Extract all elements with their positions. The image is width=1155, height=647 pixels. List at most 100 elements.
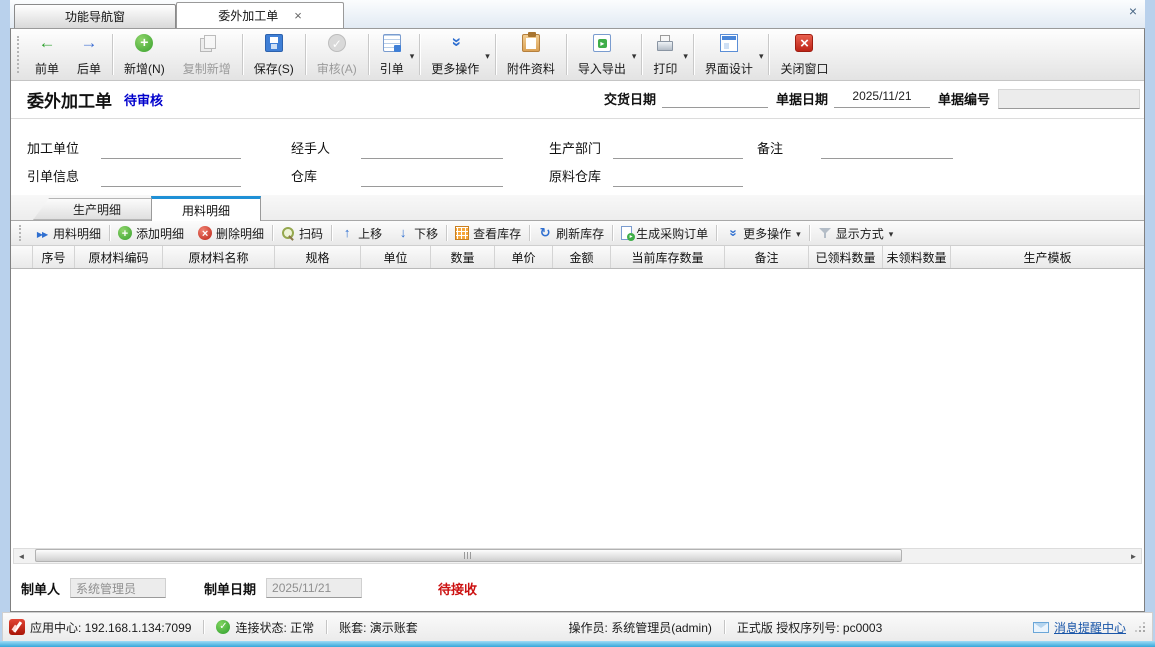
refresh-stock-button[interactable]: 刷新库存	[531, 225, 611, 242]
more-actions-button[interactable]: 更多操作	[422, 29, 488, 80]
detail-toolbar-separator	[272, 225, 273, 241]
detail-toolbar-grip[interactable]	[19, 225, 24, 241]
add-row-icon	[118, 226, 132, 240]
message-center-link[interactable]: 消息提醒中心	[1033, 619, 1126, 636]
col-production-template[interactable]: 生产模板	[951, 246, 1144, 268]
tab-outsourcing-order[interactable]: 委外加工单 ×	[176, 2, 344, 28]
col-price[interactable]: 单价	[495, 246, 553, 268]
close-window-button[interactable]: 关闭窗口	[771, 29, 837, 80]
scrollbar-grip-icon	[464, 552, 473, 559]
title-row: 委外加工单 待审核 交货日期 单据日期 2025/11/21 单据编号	[11, 81, 1144, 119]
col-spec[interactable]: 规格	[275, 246, 361, 268]
scroll-left-icon[interactable]: ◄	[14, 549, 29, 563]
import-export-icon	[593, 34, 611, 52]
resize-grip-icon[interactable]	[1134, 621, 1146, 633]
detail-more-actions-button[interactable]: 更多操作	[718, 225, 808, 242]
horizontal-scrollbar[interactable]: ◄ ►	[13, 548, 1142, 564]
more-actions-dropdown-icon[interactable]	[485, 46, 490, 64]
toolbar-separator	[112, 34, 113, 75]
new-button[interactable]: 新增(N)	[115, 29, 174, 80]
tab-function-navigator[interactable]: 功能导航窗	[14, 4, 176, 28]
grid-header-row: 序号 原材料编码 原材料名称 规格 单位 数量 单价 金额 当前库存数量 备注 …	[11, 246, 1144, 269]
col-seq[interactable]: 序号	[33, 246, 75, 268]
col-amount[interactable]: 金额	[553, 246, 611, 268]
doc-date-field[interactable]: 2025/11/21	[834, 89, 930, 108]
audit-status-badge: 待审核	[124, 90, 163, 109]
detail-toolbar-separator	[529, 225, 530, 241]
col-unissued-qty[interactable]: 未领料数量	[883, 246, 951, 268]
pull-order-button[interactable]: 引单	[371, 29, 413, 80]
tab-close-icon[interactable]: ×	[294, 9, 302, 22]
pull-order-dropdown-icon[interactable]	[410, 46, 415, 64]
material-detail-title-button[interactable]: 用料明细	[28, 225, 108, 242]
col-remark[interactable]: 备注	[725, 246, 809, 268]
ui-design-button[interactable]: 界面设计	[696, 29, 762, 80]
delete-row-button[interactable]: 删除明细	[191, 225, 271, 242]
order-form: 加工单位 经手人 生产部门 备注 引单信息 仓库 原料仓库	[11, 119, 1144, 195]
audit-button: 审核(A)	[308, 29, 366, 80]
delivery-date-field[interactable]	[662, 89, 768, 108]
ref-info-field[interactable]	[101, 168, 241, 187]
processing-unit-field[interactable]	[101, 140, 241, 159]
import-export-button[interactable]: 导入导出	[569, 29, 635, 80]
remark-field[interactable]	[821, 140, 953, 159]
col-stock-qty[interactable]: 当前库存数量	[611, 246, 725, 268]
add-row-button[interactable]: 添加明细	[111, 225, 191, 242]
connection-status: 连接状态: 正常	[216, 619, 314, 636]
doc-no-field	[998, 89, 1140, 109]
print-button[interactable]: 打印	[644, 29, 686, 80]
col-material-code[interactable]: 原材料编码	[75, 246, 163, 268]
generate-po-button[interactable]: 生成采购订单	[614, 225, 715, 242]
tab-outsourcing-order-label: 委外加工单	[218, 7, 278, 24]
view-stock-button[interactable]: 查看库存	[448, 225, 528, 242]
app-center-icon	[9, 619, 25, 635]
detail-tabstrip: 生产明细 用料明细	[11, 195, 1144, 221]
move-up-button[interactable]: 上移	[333, 225, 389, 242]
creator-field: 系统管理员	[70, 578, 166, 598]
print-dropdown-icon[interactable]	[683, 46, 688, 64]
scan-code-button[interactable]: 扫码	[274, 225, 330, 242]
toolbar-grip[interactable]	[17, 36, 23, 73]
ui-design-dropdown-icon[interactable]	[759, 46, 764, 64]
attachment-button[interactable]: 附件资料	[498, 29, 564, 80]
tab-material-detail[interactable]: 用料明细	[151, 196, 261, 221]
chevrons-down-icon	[725, 226, 739, 240]
detail-toolbar-separator	[809, 225, 810, 241]
detail-toolbar-separator	[716, 225, 717, 241]
grid-body[interactable]	[11, 269, 1144, 548]
tab-function-navigator-label: 功能导航窗	[65, 8, 125, 25]
material-warehouse-field[interactable]	[613, 168, 743, 187]
prev-doc-button[interactable]: 前单	[26, 29, 68, 80]
col-unit[interactable]: 单位	[361, 246, 431, 268]
col-qty[interactable]: 数量	[431, 246, 495, 268]
toolbar-separator	[641, 34, 642, 75]
warehouse-field[interactable]	[361, 168, 503, 187]
save-button[interactable]: 保存(S)	[245, 29, 303, 80]
material-warehouse-label: 原料仓库	[549, 166, 613, 187]
scrollbar-thumb[interactable]	[35, 549, 902, 562]
display-mode-button[interactable]: 显示方式	[811, 225, 901, 242]
pull-order-doc-icon	[383, 34, 401, 52]
handler-field[interactable]	[361, 140, 503, 159]
connection-ok-icon	[216, 620, 230, 634]
import-export-dropdown-icon[interactable]	[632, 46, 637, 64]
statusbar-separator	[326, 620, 327, 634]
col-row-indicator	[11, 246, 33, 268]
create-date-label: 制单日期	[204, 579, 256, 598]
license-status: 正式版 授权序列号: pc0003	[737, 619, 882, 636]
tabstrip-close-icon[interactable]: ×	[1129, 4, 1137, 18]
production-dept-field[interactable]	[613, 140, 743, 159]
col-issued-qty[interactable]: 已领料数量	[809, 246, 883, 268]
move-down-button[interactable]: 下移	[389, 225, 445, 242]
next-doc-button[interactable]: 后单	[68, 29, 110, 80]
scrollbar-track[interactable]	[29, 549, 1126, 563]
doc-play-icon	[621, 226, 632, 240]
scroll-right-icon[interactable]: ►	[1126, 549, 1141, 563]
col-material-name[interactable]: 原材料名称	[163, 246, 275, 268]
detail-toolbar-separator	[331, 225, 332, 241]
double-play-icon	[35, 226, 49, 240]
doc-no-label: 单据编号	[938, 89, 990, 110]
toolbar-separator	[495, 34, 496, 75]
tab-production-detail[interactable]: 生产明细	[33, 198, 161, 220]
refresh-icon	[538, 226, 552, 240]
